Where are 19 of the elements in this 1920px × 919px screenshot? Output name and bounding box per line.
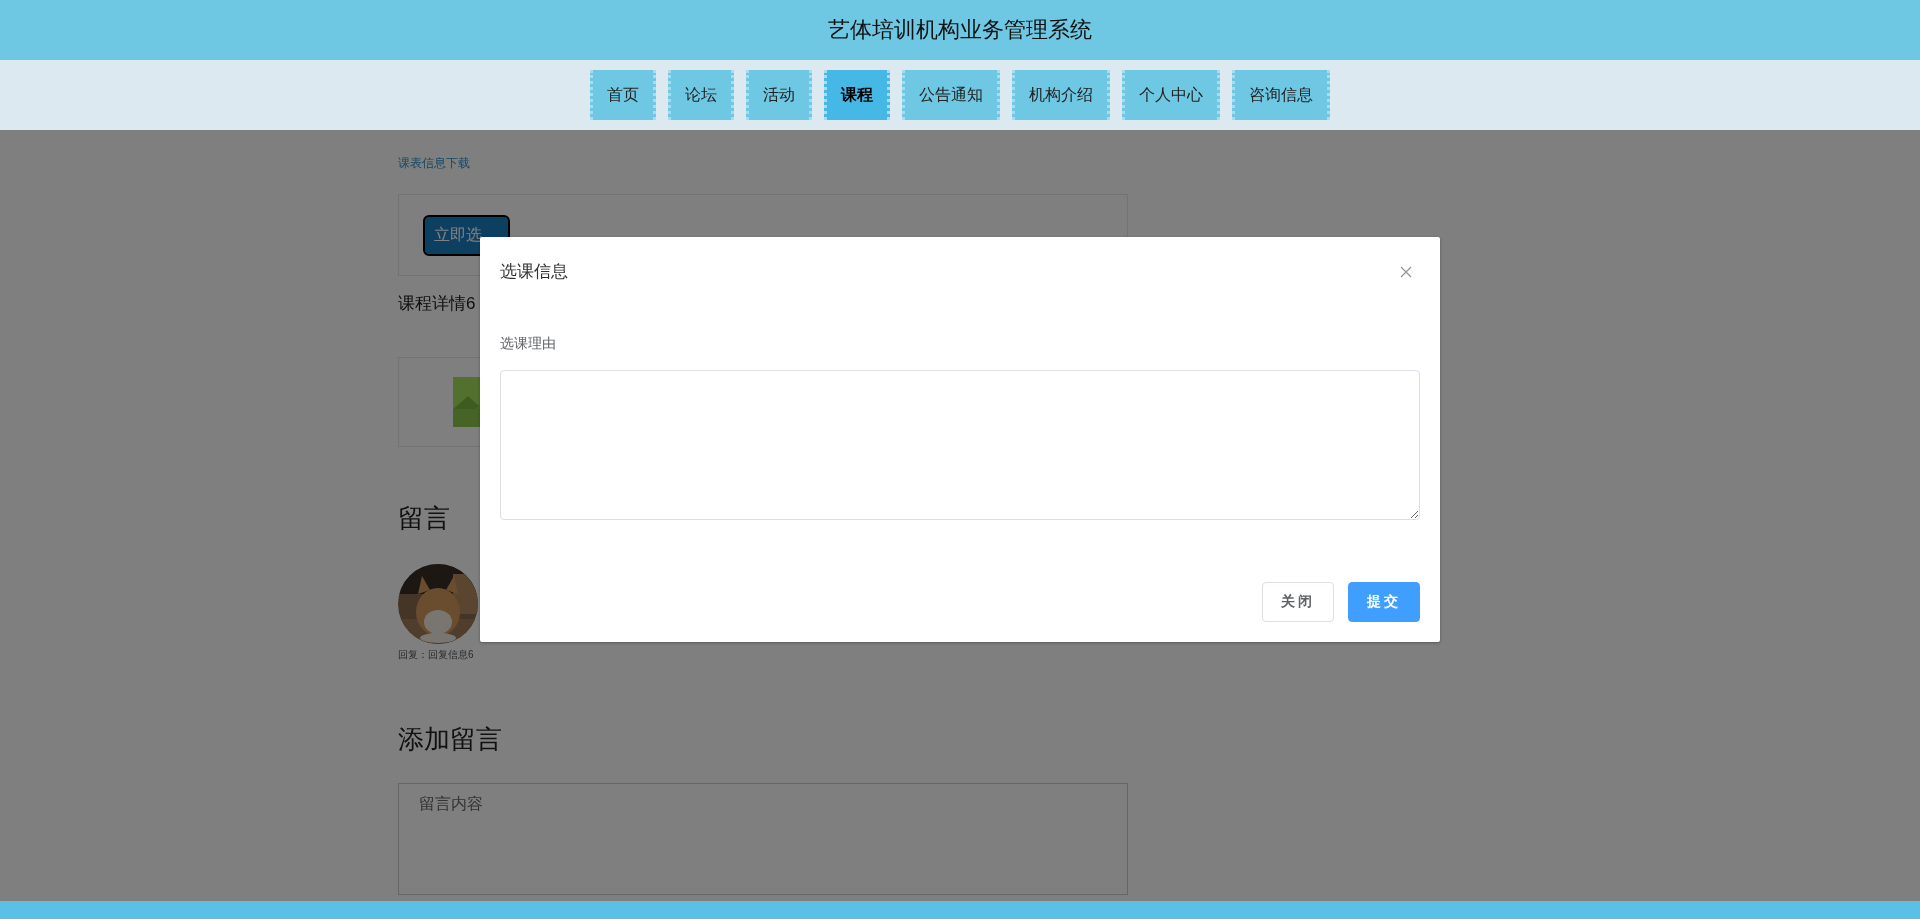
nav-tab[interactable]: 论坛: [668, 70, 734, 120]
nav-tab[interactable]: 个人中心: [1122, 70, 1220, 120]
nav-tab[interactable]: 活动: [746, 70, 812, 120]
nav-tab[interactable]: 公告通知: [902, 70, 1000, 120]
close-icon[interactable]: [1400, 265, 1412, 278]
site-title: 艺体培训机构业务管理系统: [828, 16, 1092, 44]
close-button[interactable]: 关闭: [1262, 582, 1334, 622]
dialog-title: 选课信息: [500, 261, 568, 283]
section-heading: 添加留言: [398, 723, 502, 756]
nav-tab[interactable]: 课程: [824, 70, 890, 120]
nav-tab[interactable]: 机构介绍: [1012, 70, 1110, 120]
reason-field[interactable]: [500, 370, 1420, 520]
nav-tab[interactable]: 首页: [590, 70, 656, 120]
section-heading: 留言: [398, 502, 450, 535]
reply-text: 回复：回复信息6: [398, 648, 475, 662]
comment-field[interactable]: 留言内容: [398, 783, 1128, 895]
nav-tab[interactable]: 咨询信息: [1232, 70, 1330, 120]
field-label: 选课理由: [500, 335, 557, 353]
detail-title: 课程详情6: [398, 293, 476, 315]
